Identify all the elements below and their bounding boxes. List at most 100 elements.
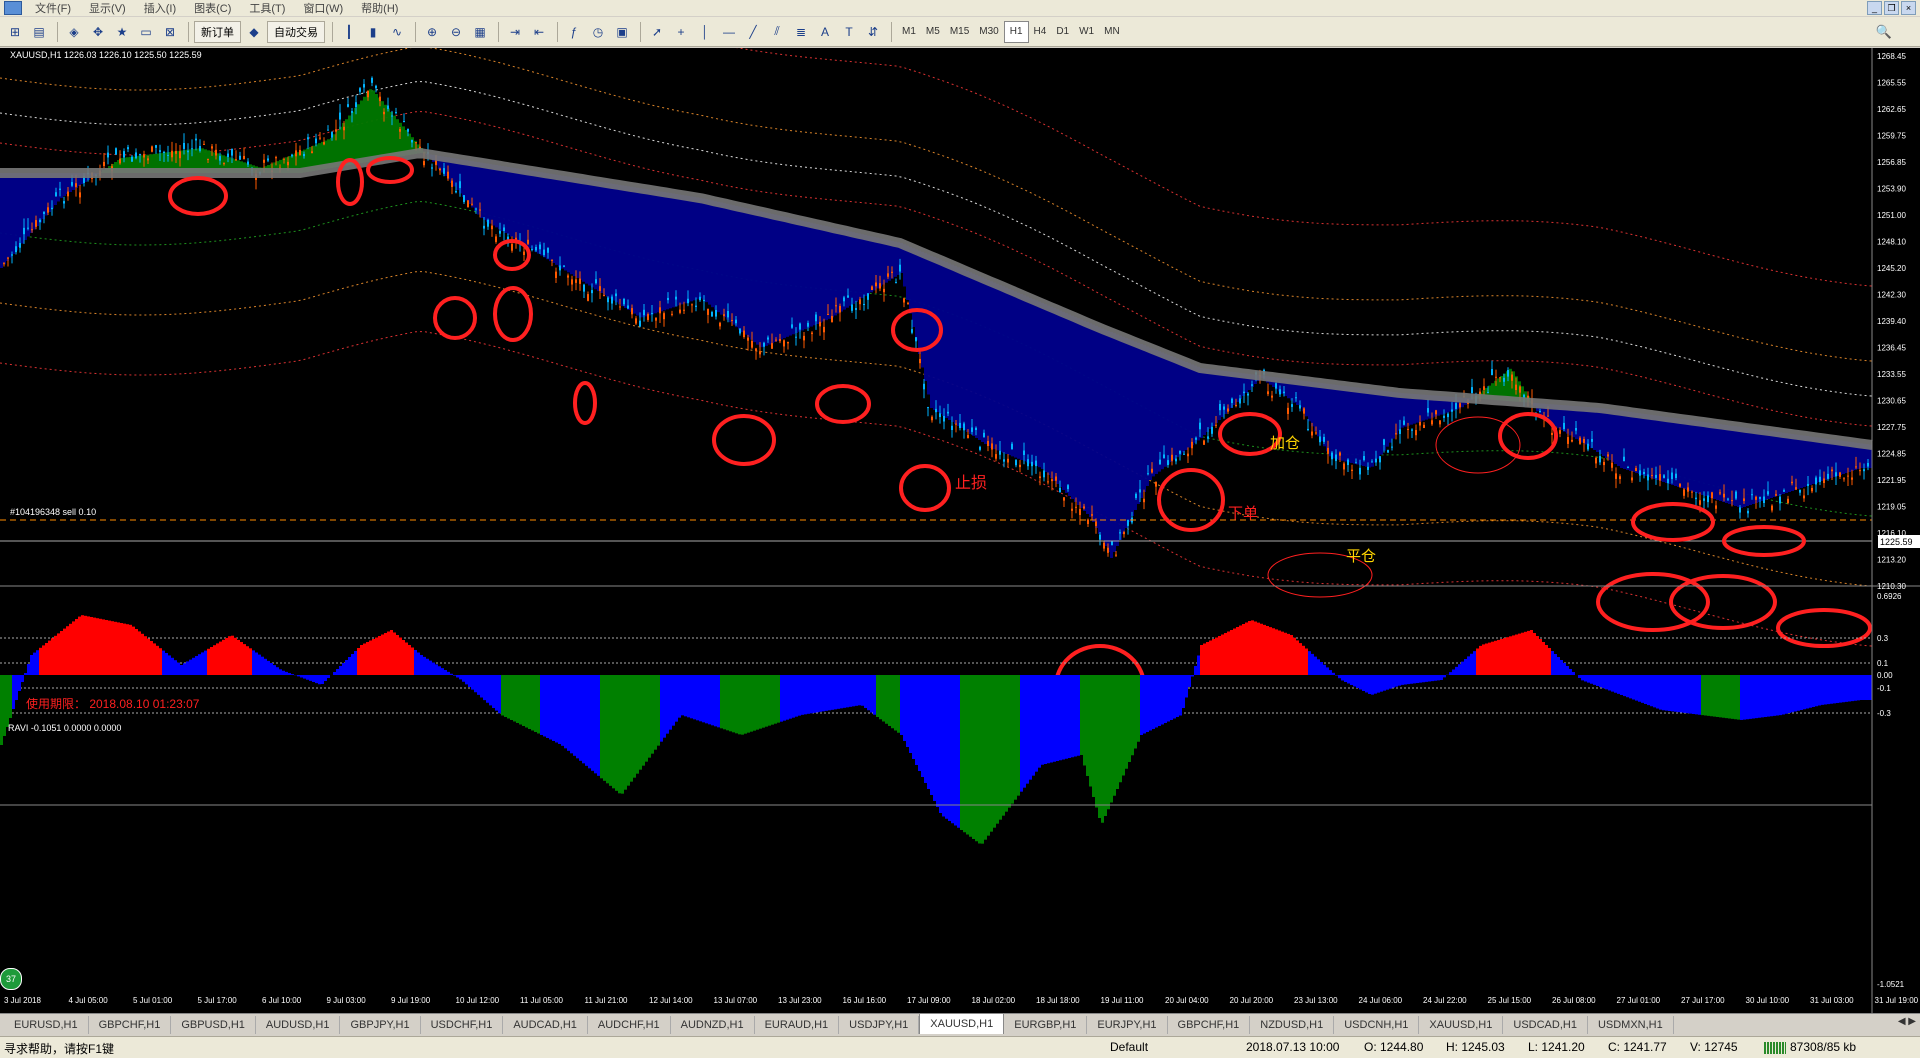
chart-tab[interactable]: USDCAD,H1 [1503, 1016, 1588, 1034]
cloud-slice [759, 211, 762, 347]
close-icon[interactable]: × [1901, 1, 1916, 15]
timeframe-m1[interactable]: M1 [897, 22, 921, 42]
chart-tab[interactable]: USDMXN,H1 [1588, 1016, 1674, 1034]
tester-icon[interactable]: ⊠ [159, 21, 181, 43]
chart-tab[interactable]: GBPCHF,H1 [1168, 1016, 1251, 1034]
chart-tab[interactable]: USDJPY,H1 [839, 1016, 919, 1034]
metaeditor-icon[interactable]: ◆ [243, 21, 265, 43]
auto-trading-button[interactable]: 自动交易 [267, 21, 325, 43]
minimize-icon[interactable]: _ [1867, 1, 1882, 15]
terminal-icon[interactable]: ▭ [135, 21, 157, 43]
cloud-slice [546, 173, 549, 259]
zoom-out-icon[interactable]: ⊖ [445, 21, 467, 43]
chart-tab[interactable]: EURAUD,H1 [755, 1016, 840, 1034]
horizontal-line-icon[interactable]: — [718, 21, 740, 43]
line-chart-icon[interactable]: ∿ [386, 21, 408, 43]
chart-tab[interactable]: GBPCHF,H1 [89, 1016, 172, 1034]
candlestick-icon[interactable]: ▮ [362, 21, 384, 43]
vertical-line-icon[interactable]: │ [694, 21, 716, 43]
templates-icon[interactable]: ▣ [611, 21, 633, 43]
chart-tab[interactable]: AUDCHF,H1 [588, 1016, 671, 1034]
chart-tab[interactable]: USDCHF,H1 [421, 1016, 504, 1034]
chart-shift-icon[interactable]: ⇤ [528, 21, 550, 43]
autoscroll-icon[interactable]: ⇥ [504, 21, 526, 43]
price-chart-canvas[interactable]: 1268.451265.551262.651259.751256.851253.… [0, 48, 1920, 1021]
fibonacci-icon[interactable]: ≣ [790, 21, 812, 43]
bar-chart-icon[interactable]: ┃ [338, 21, 360, 43]
candle-body [499, 231, 501, 234]
zoom-in-icon[interactable]: ⊕ [421, 21, 443, 43]
menu-file[interactable]: 文件(F) [26, 0, 80, 16]
chart-tab[interactable]: AUDNZD,H1 [671, 1016, 755, 1034]
timeframe-m15[interactable]: M15 [945, 22, 974, 42]
candle-body [223, 163, 225, 164]
navigator-icon[interactable]: ★ [111, 21, 133, 43]
ravi-bar [366, 642, 369, 675]
chart-tab[interactable]: XAUUSD,H1 [1419, 1016, 1503, 1034]
text-label-icon[interactable]: T [838, 21, 860, 43]
chart-window[interactable]: 1268.451265.551262.651259.751256.851253.… [0, 48, 1920, 1021]
timeframe-m30[interactable]: M30 [974, 22, 1003, 42]
candle-body [1795, 487, 1797, 489]
market-watch-icon[interactable]: ◈ [63, 21, 85, 43]
ravi-bar [1392, 675, 1395, 688]
tab-scroll-icon[interactable]: ◀ ▶ [1898, 1016, 1916, 1027]
chart-tab[interactable]: USDCNH,H1 [1334, 1016, 1419, 1034]
timeframe-w1[interactable]: W1 [1074, 22, 1099, 42]
candle-body [863, 304, 865, 305]
chart-tab[interactable]: AUDUSD,H1 [256, 1016, 341, 1034]
cloud-slice [1626, 412, 1629, 470]
chart-tab[interactable]: GBPJPY,H1 [340, 1016, 420, 1034]
ravi-bar [1464, 659, 1467, 675]
chart-tab[interactable]: NZDUSD,H1 [1250, 1016, 1334, 1034]
candle-body [19, 243, 21, 248]
ravi-bar [1791, 675, 1794, 712]
candle-body [1807, 484, 1809, 486]
crosshair-icon[interactable]: + [670, 21, 692, 43]
timeframe-m5[interactable]: M5 [921, 22, 945, 42]
data-window-icon[interactable]: ✥ [87, 21, 109, 43]
candle-body [187, 151, 189, 153]
search-icon[interactable]: 🔍 [1876, 24, 1892, 40]
menu-help[interactable]: 帮助(H) [352, 0, 407, 16]
equidistant-channel-icon[interactable]: ⫽ [766, 21, 788, 43]
new-order-button[interactable]: 新订单 [194, 21, 241, 43]
arrows-icon[interactable]: ⇵ [862, 21, 884, 43]
timeframe-h4[interactable]: H4 [1029, 22, 1052, 42]
chart-tab[interactable]: EURGBP,H1 [1004, 1016, 1087, 1034]
ravi-bar [531, 675, 534, 731]
candle-body [879, 283, 881, 288]
cursor-icon[interactable]: ➚ [646, 21, 668, 43]
periods-icon[interactable]: ◷ [587, 21, 609, 43]
chart-tab[interactable]: EURJPY,H1 [1087, 1016, 1167, 1034]
ravi-bar [393, 633, 396, 676]
restore-icon[interactable]: ❐ [1884, 1, 1899, 15]
menu-view[interactable]: 显示(V) [80, 0, 135, 16]
candle-body [1471, 387, 1473, 393]
new-chart-icon[interactable]: ⊞ [4, 21, 26, 43]
chart-tab[interactable]: AUDCAD,H1 [503, 1016, 588, 1034]
profiles-icon[interactable]: ▤ [28, 21, 50, 43]
order-label[interactable]: #104196348 sell 0.10 [10, 507, 96, 517]
notification-badge[interactable]: 37 [0, 968, 22, 990]
indicators-icon[interactable]: ƒ [563, 21, 585, 43]
timeframe-mn[interactable]: MN [1099, 22, 1125, 42]
tile-windows-icon[interactable]: ▦ [469, 21, 491, 43]
candle-body [1247, 394, 1249, 396]
trendline-icon[interactable]: ╱ [742, 21, 764, 43]
ravi-bar [1389, 675, 1392, 689]
timeframe-h1[interactable]: H1 [1004, 21, 1029, 43]
menu-chart[interactable]: 图表(C) [185, 0, 240, 16]
chart-tab[interactable]: EURUSD,H1 [4, 1016, 89, 1034]
ravi-bar [1788, 675, 1791, 713]
menu-tools[interactable]: 工具(T) [240, 0, 294, 16]
menu-insert[interactable]: 插入(I) [135, 0, 185, 16]
chart-tab[interactable]: XAUUSD,H1 [919, 1013, 1004, 1034]
chart-tab[interactable]: GBPUSD,H1 [171, 1016, 256, 1034]
cloud-slice [18, 173, 21, 247]
timeframe-d1[interactable]: D1 [1051, 22, 1074, 42]
ravi-bar [1032, 675, 1035, 776]
menu-window[interactable]: 窗口(W) [294, 0, 352, 16]
text-icon[interactable]: A [814, 21, 836, 43]
ravi-bar [1548, 648, 1551, 675]
